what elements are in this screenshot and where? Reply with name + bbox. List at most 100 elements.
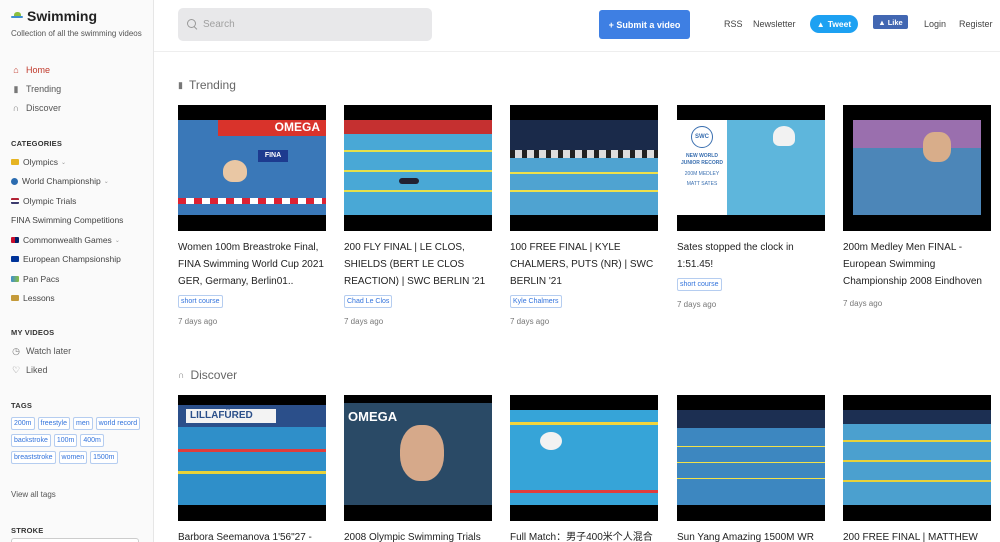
trending-title: Trending bbox=[188, 78, 236, 92]
video-card[interactable]: 200m Medley Men FINAL - European Swimmin… bbox=[843, 105, 991, 308]
video-thumbnail[interactable] bbox=[677, 395, 825, 521]
video-date: 7 days ago bbox=[344, 317, 384, 326]
video-card[interactable]: 100 FREE FINAL | KYLE CHALMERS, PUTS (NR… bbox=[510, 105, 658, 326]
rss-link[interactable]: RSS bbox=[724, 19, 743, 29]
tag[interactable]: backstroke bbox=[11, 434, 51, 447]
tag[interactable]: women bbox=[58, 451, 88, 464]
video-tag[interactable]: short course bbox=[677, 278, 722, 291]
tag[interactable]: world record bbox=[95, 417, 141, 430]
video-date: 7 days ago bbox=[510, 317, 550, 326]
stroke-select[interactable] bbox=[11, 538, 139, 542]
chevron-down-icon: ⌄ bbox=[60, 159, 66, 166]
chevron-down-icon: ⌄ bbox=[103, 178, 109, 185]
medal-icon bbox=[11, 159, 19, 165]
video-thumbnail[interactable]: OMEGA bbox=[344, 395, 492, 521]
view-all-tags-link[interactable]: View all tags bbox=[11, 490, 56, 499]
omega-logo: OMEGA bbox=[348, 409, 398, 424]
search-input[interactable] bbox=[203, 19, 413, 30]
video-card[interactable]: Sun Yang Amazing 1500M WR bbox=[677, 395, 825, 542]
lane-rope bbox=[344, 150, 492, 152]
video-thumbnail[interactable]: LILLAFÜRED bbox=[178, 395, 326, 521]
lane-rope bbox=[843, 440, 991, 442]
register-link[interactable]: Register bbox=[959, 19, 993, 29]
submit-video-button[interactable]: + Submit a video bbox=[599, 10, 690, 39]
category-pan-pacs[interactable]: Pan Pacs bbox=[11, 273, 59, 285]
lane-rope bbox=[677, 446, 825, 447]
video-thumbnail[interactable] bbox=[344, 105, 492, 231]
video-tag[interactable]: Chad Le Clos bbox=[344, 295, 393, 308]
tweet-button[interactable]: ▲ Tweet bbox=[810, 15, 858, 33]
video-card[interactable]: SWC NEW WORLD JUNIOR RECORD 200M MEDLEY … bbox=[677, 105, 825, 309]
video-card[interactable]: LILLAFÜRED Barbora Seemanova 1'56"27 - bbox=[178, 395, 326, 542]
video-title[interactable]: Women 100m Breastroke Final, FINA Swimmi… bbox=[178, 239, 326, 290]
discover-heading: ∩ Discover bbox=[178, 368, 237, 382]
category-olympics[interactable]: Olympics ⌄ bbox=[11, 156, 66, 168]
lane-rope bbox=[344, 170, 492, 172]
video-thumbnail[interactable] bbox=[843, 395, 991, 521]
video-card[interactable]: 200 FLY FINAL | LE CLOS, SHIELDS (BERT L… bbox=[344, 105, 492, 326]
tag[interactable]: 400m bbox=[80, 434, 104, 447]
tag-list: 200m freestyle men world record backstro… bbox=[11, 417, 141, 464]
category-label: Olympics bbox=[23, 157, 58, 167]
nav-trending[interactable]: ▮ Trending bbox=[11, 83, 62, 95]
swimmer-face bbox=[400, 425, 444, 481]
category-label: Lessons bbox=[23, 293, 55, 303]
tag[interactable]: men bbox=[72, 417, 93, 430]
video-tag[interactable]: short course bbox=[178, 295, 223, 308]
video-thumbnail[interactable] bbox=[843, 105, 991, 231]
video-thumbnail[interactable] bbox=[510, 105, 658, 231]
video-title[interactable]: 200m Medley Men FINAL - European Swimmin… bbox=[843, 239, 991, 290]
nav-discover[interactable]: ∩ Discover bbox=[11, 102, 61, 114]
video-title[interactable]: Full Match：男子400米个人混合泳 bbox=[510, 529, 658, 542]
tag[interactable]: freestyle bbox=[37, 417, 70, 430]
nav-home[interactable]: ⌂ Home bbox=[11, 64, 50, 76]
thumbnail-image bbox=[853, 120, 981, 215]
facebook-like-button[interactable]: ▲ Like bbox=[873, 15, 908, 29]
tag[interactable]: 100m bbox=[53, 434, 78, 447]
watch-later-link[interactable]: ◷ Watch later bbox=[11, 345, 71, 357]
category-european[interactable]: European Champsionship bbox=[11, 253, 121, 265]
lane-rope bbox=[843, 460, 991, 462]
category-fina[interactable]: FINA Swimming Competitions bbox=[11, 214, 123, 226]
brand[interactable]: Swimming bbox=[11, 8, 97, 24]
tag[interactable]: breaststroke bbox=[11, 451, 56, 464]
video-title[interactable]: Sates stopped the clock in 1:51.45! bbox=[677, 239, 825, 273]
category-olympic-trials[interactable]: Olympic Trials bbox=[11, 195, 76, 207]
video-thumbnail[interactable]: OMEGA FINA bbox=[178, 105, 326, 231]
video-title[interactable]: 2008 Olympic Swimming Trials bbox=[344, 529, 492, 542]
category-world-championship[interactable]: World Championship ⌄ bbox=[11, 175, 109, 187]
video-title[interactable]: Barbora Seemanova 1'56"27 - bbox=[178, 529, 326, 542]
nav-label: Home bbox=[26, 65, 51, 75]
brand-subtitle: Collection of all the swimming videos bbox=[11, 29, 142, 38]
video-title[interactable]: 200 FLY FINAL | LE CLOS, SHIELDS (BERT L… bbox=[344, 239, 492, 290]
newsletter-link[interactable]: Newsletter bbox=[753, 19, 796, 29]
clock-icon: ◷ bbox=[12, 345, 20, 356]
category-commonwealth[interactable]: Commonwealth Games ⌄ bbox=[11, 234, 120, 246]
video-tag[interactable]: Kyle Chalmers bbox=[510, 295, 562, 308]
video-title[interactable]: 100 FREE FINAL | KYLE CHALMERS, PUTS (NR… bbox=[510, 239, 658, 290]
search-bar[interactable] bbox=[178, 8, 432, 41]
tag[interactable]: 200m bbox=[11, 417, 35, 430]
category-lessons[interactable]: Lessons bbox=[11, 292, 55, 304]
brand-title: Swimming bbox=[27, 8, 98, 24]
liked-link[interactable]: ♡ Liked bbox=[11, 364, 48, 376]
video-card[interactable]: Full Match：男子400米个人混合泳 bbox=[510, 395, 658, 542]
login-link[interactable]: Login bbox=[924, 19, 946, 29]
video-thumbnail[interactable]: SWC NEW WORLD JUNIOR RECORD 200M MEDLEY … bbox=[677, 105, 825, 231]
swimmer-logo-icon bbox=[11, 11, 24, 22]
swc-logo: SWC bbox=[691, 126, 713, 148]
video-title[interactable]: Sun Yang Amazing 1500M WR bbox=[677, 529, 825, 542]
video-card[interactable]: OMEGA FINA Women 100m Breastroke Final, … bbox=[178, 105, 326, 326]
lane-rope bbox=[510, 422, 658, 425]
lane-rope bbox=[677, 462, 825, 463]
video-card[interactable]: 200 FREE FINAL | MATTHEW bbox=[843, 395, 991, 542]
twitter-bird-icon: ▲ bbox=[816, 19, 825, 29]
video-thumbnail[interactable] bbox=[510, 395, 658, 521]
video-title[interactable]: 200 FREE FINAL | MATTHEW bbox=[843, 529, 991, 542]
tag[interactable]: 1500m bbox=[90, 451, 118, 464]
video-card[interactable]: OMEGA 2008 Olympic Swimming Trials bbox=[344, 395, 492, 542]
lane-rope bbox=[178, 449, 326, 452]
tweet-label: Tweet bbox=[827, 19, 852, 29]
liked-label: Liked bbox=[26, 365, 48, 375]
trending-icon: ▮ bbox=[178, 79, 183, 90]
